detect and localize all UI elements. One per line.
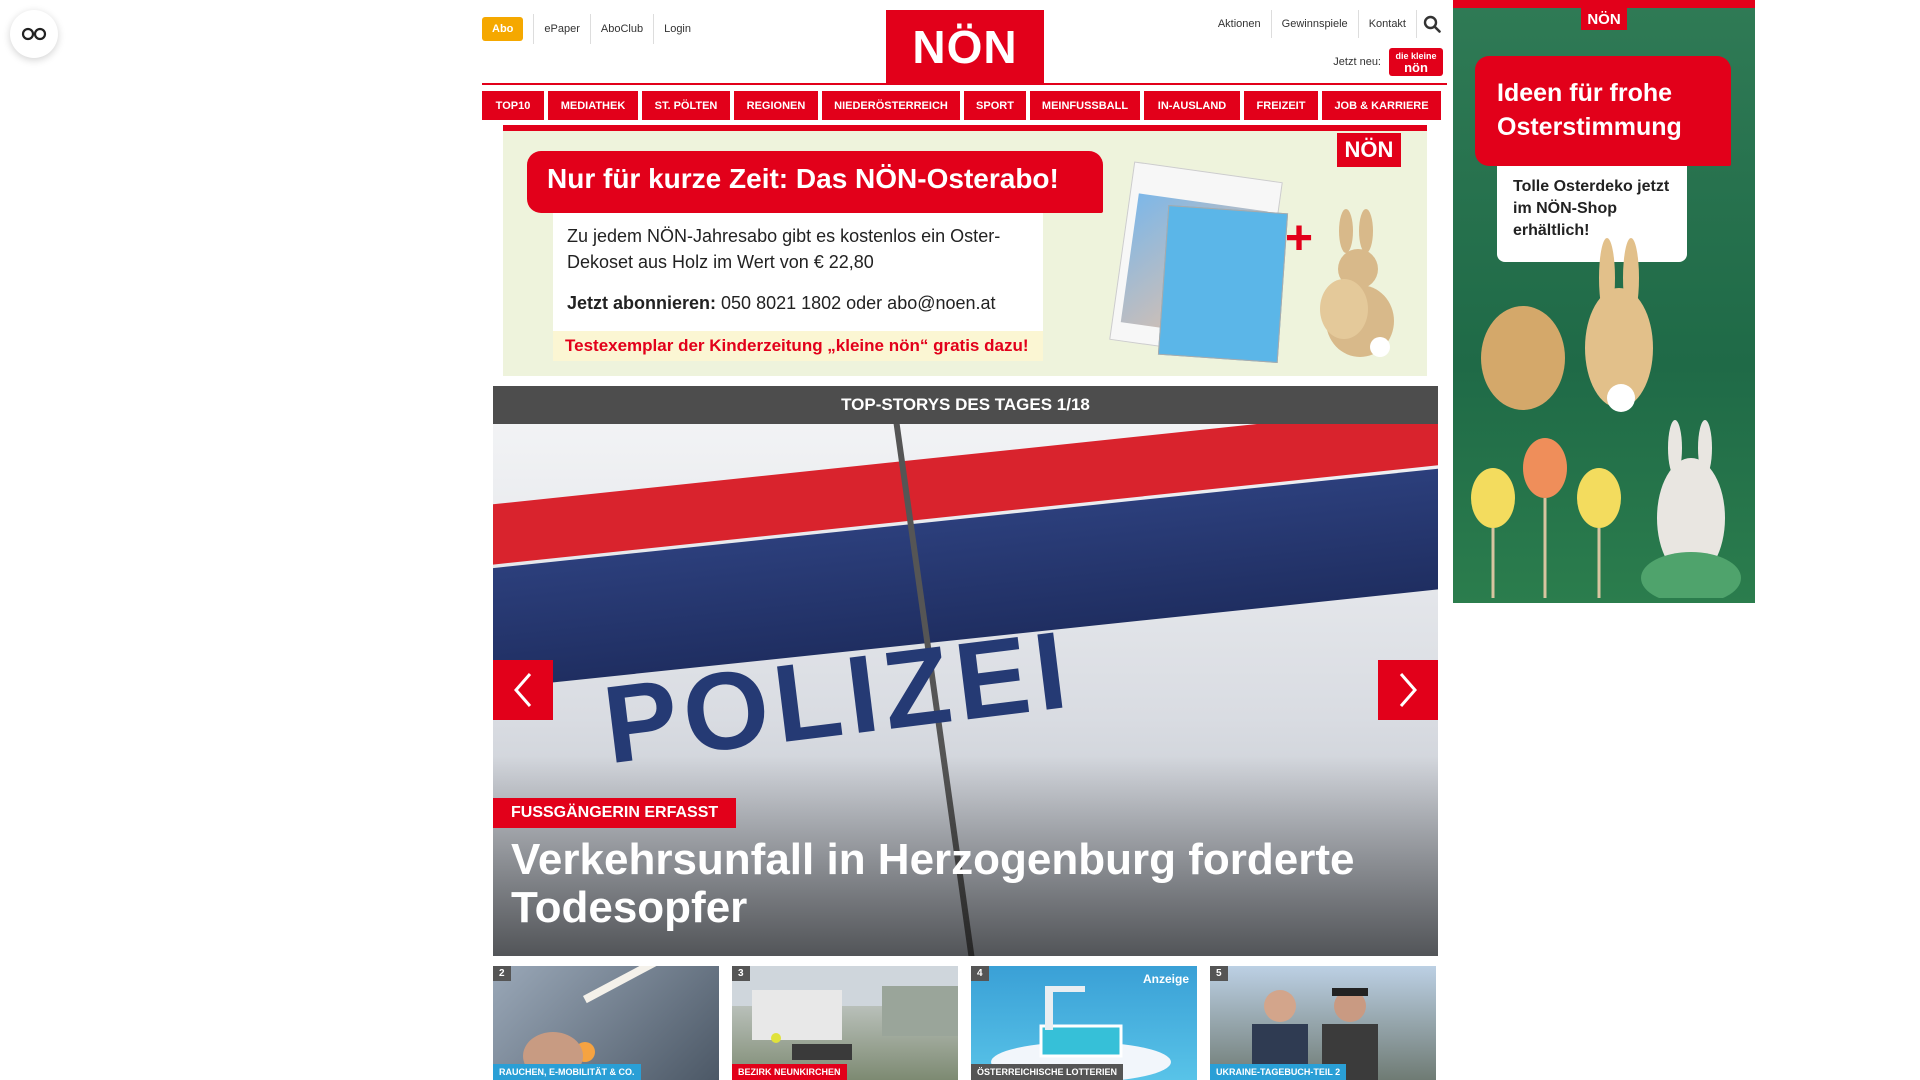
top-stories-header: TOP-STORYS DES TAGES 1/18 <box>493 386 1438 424</box>
nav-sport[interactable]: SPORT <box>964 91 1026 120</box>
story-image[interactable]: POLIZEI FUSSGÄNGERIN ERFASST Verkehrsunf… <box>493 424 1438 956</box>
site-header: Abo ePaper AboClub Login NÖN Aktionen Ge… <box>482 0 1447 90</box>
top-stories-slider: TOP-STORYS DES TAGES 1/18 POLIZEI FUSSGÄ… <box>493 386 1438 956</box>
thumb-category: ÖSTERREICHISCHE LOTTERIEN <box>971 1064 1124 1080</box>
jetzt-neu: Jetzt neu: die kleine nön <box>1333 48 1443 76</box>
ad-noen-logo: NÖN <box>1581 8 1627 30</box>
promo-headline: Nur für kurze Zeit: Das NÖN-Osterabo! <box>527 151 1103 213</box>
promo-contact-label: Jetzt abonnieren: <box>567 293 717 313</box>
chevron-right-icon <box>1399 673 1417 707</box>
promo-contact: Jetzt abonnieren: 050 8021 1802 oder abo… <box>567 293 996 314</box>
thumb-number: 2 <box>493 966 511 981</box>
search-icon[interactable] <box>1417 10 1447 38</box>
thumb-category: BEZIRK NEUNKIRCHEN <box>732 1064 847 1080</box>
nav-st-poelten[interactable]: ST. PÖLTEN <box>642 91 730 120</box>
nav-meinfussball[interactable]: MEINFUSSBALL <box>1030 91 1140 120</box>
login-link[interactable]: Login <box>653 14 701 44</box>
header-right-links: Aktionen Gewinnspiele Kontakt <box>1208 10 1447 38</box>
header-divider <box>482 83 1447 85</box>
kleine-noen-logo[interactable]: die kleine nön <box>1389 48 1443 76</box>
promo-noen-badge: NÖN <box>1337 133 1401 167</box>
story-thumbnails: 2 RAUCHEN, E-MOBILITÄT & CO. 3 BEZIRK NE… <box>493 966 1438 1080</box>
kontakt-link[interactable]: Kontakt <box>1359 10 1417 38</box>
page: Abo ePaper AboClub Login NÖN Aktionen Ge… <box>0 0 1920 1080</box>
smoking-image <box>523 966 667 1080</box>
two-men-image <box>1252 988 1378 1080</box>
glasses-icon <box>21 27 47 41</box>
easter-bunny-deco-image <box>1320 209 1394 357</box>
thumb-number: 4 <box>971 966 989 981</box>
nav-job-karriere[interactable]: JOB & KARRIERE <box>1322 91 1441 120</box>
thumb-number: 5 <box>1210 966 1228 981</box>
accessibility-button[interactable] <box>10 10 58 58</box>
next-story-button[interactable] <box>1378 660 1438 720</box>
nav-niederoesterreich[interactable]: NIEDERÖSTERREICH <box>822 91 960 120</box>
aboclub-link[interactable]: AboClub <box>589 14 653 44</box>
ad-headline: Ideen für frohe Osterstimmung <box>1475 56 1731 166</box>
nav-in-ausland[interactable]: IN-AUSLAND <box>1144 91 1240 120</box>
thumb-category: UKRAINE-TAGEBUCH-TEIL 2 <box>1210 1064 1347 1080</box>
main-nav: TOP10 MEDIATHEK ST. PÖLTEN REGIONEN NIED… <box>482 91 1447 120</box>
chevron-left-icon <box>514 673 532 707</box>
kleine-logo-line2: nön <box>1404 60 1428 75</box>
story-category-tag[interactable]: FUSSGÄNGERIN ERFASST <box>493 798 737 828</box>
truck-accident-image <box>732 966 958 1060</box>
nav-regionen[interactable]: REGIONEN <box>734 91 818 120</box>
promo-contact-details: 050 8021 1802 oder abo@noen.at <box>716 293 996 313</box>
promo-kinderzeitung: Testexemplar der Kinderzeitung „kleine n… <box>565 336 1029 355</box>
story-thumb-2[interactable]: 2 RAUCHEN, E-MOBILITÄT & CO. <box>493 966 719 1080</box>
promo-description: Zu jedem NÖN-Jahresabo gibt es kostenlos… <box>567 226 1001 272</box>
epaper-link[interactable]: ePaper <box>533 14 589 44</box>
abo-button[interactable]: Abo <box>482 17 524 41</box>
site-logo[interactable]: NÖN <box>886 10 1044 84</box>
story-thumb-4[interactable]: 4 Anzeige ÖSTERREICHISCHE LOTTERIEN <box>971 966 1197 1080</box>
osterabo-banner[interactable]: NÖN Nur für kurze Zeit: Das NÖN-Osterabo… <box>503 125 1427 376</box>
prev-story-button[interactable] <box>493 660 553 720</box>
story-thumb-5[interactable]: 5 UKRAINE-TAGEBUCH-TEIL 2 <box>1210 966 1436 1080</box>
kinderzeitung-image <box>1157 204 1289 364</box>
nav-top10[interactable]: TOP10 <box>482 91 544 120</box>
anzeige-label: Anzeige <box>1142 972 1189 986</box>
nav-freizeit[interactable]: FREIZEIT <box>1244 91 1318 120</box>
gewinnspiele-link[interactable]: Gewinnspiele <box>1272 10 1359 38</box>
ad-noen-shop[interactable]: NÖN Ideen für frohe Osterstimmung Tolle … <box>1453 0 1755 603</box>
thumb-category: RAUCHEN, E-MOBILITÄT & CO. <box>493 1064 641 1080</box>
nav-mediathek[interactable]: MEDIATHEK <box>548 91 638 120</box>
jetzt-neu-label: Jetzt neu: <box>1333 56 1381 68</box>
thumb-number: 3 <box>732 966 750 981</box>
header-left-links: Abo ePaper AboClub Login <box>482 14 701 44</box>
story-headline[interactable]: Verkehrsunfall in Herzogenburg forderte … <box>511 836 1411 932</box>
easter-deco-image <box>1471 238 1741 598</box>
plus-sign: + <box>1285 212 1314 265</box>
aktionen-link[interactable]: Aktionen <box>1208 10 1272 38</box>
story-thumb-3[interactable]: 3 BEZIRK NEUNKIRCHEN <box>732 966 958 1080</box>
